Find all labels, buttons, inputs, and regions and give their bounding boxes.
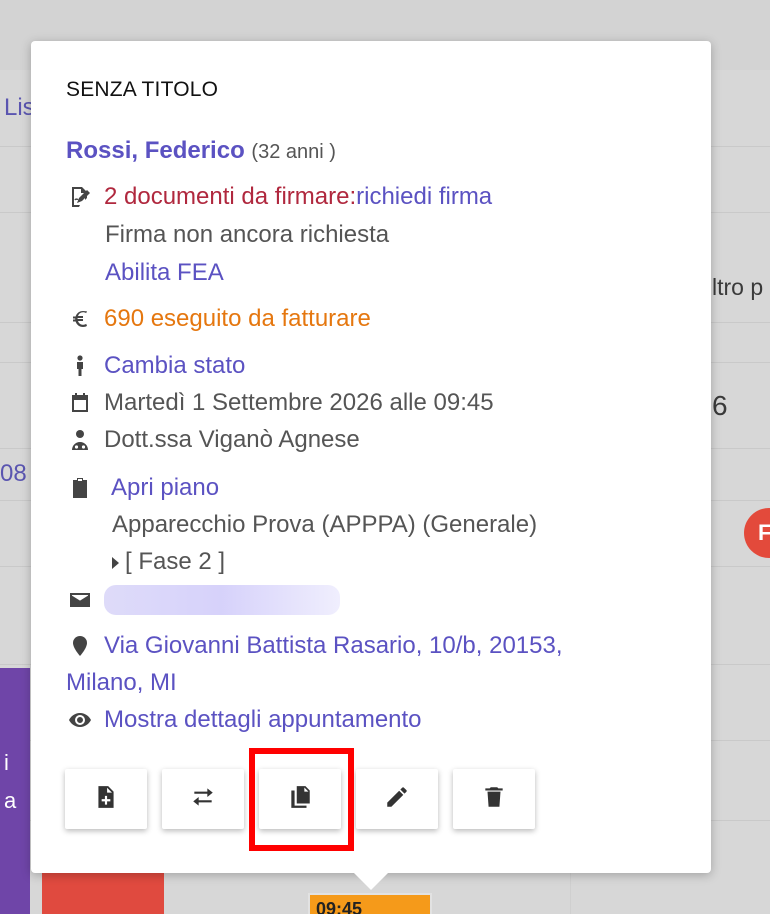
background-orange-event-time: 09:45 <box>316 899 363 914</box>
delete-button[interactable] <box>453 769 535 829</box>
state-row: Cambia stato <box>66 352 245 380</box>
plan-phase-toggle[interactable]: [ Fase 2 ] <box>112 548 225 576</box>
background-purple-event-text: a <box>4 788 17 813</box>
clipboard-icon <box>66 474 94 502</box>
date-row: Martedì 1 Settembre 2026 alle 09:45 <box>66 389 494 417</box>
billing-text: 690 eseguito da fatturare <box>104 305 371 332</box>
change-state-link[interactable]: Cambia stato <box>104 352 245 380</box>
envelope-icon <box>66 586 94 614</box>
euro-icon <box>66 305 94 333</box>
caret-right-icon <box>112 556 119 569</box>
show-details-link[interactable]: Mostra dettagli appuntamento <box>104 706 422 734</box>
highlight-box <box>249 748 354 851</box>
background-day-number: 6 <box>712 390 728 421</box>
edit-button[interactable] <box>356 769 438 829</box>
sign-document-icon <box>66 183 94 211</box>
plan-device: Apparecchio Prova (APPPA) (Generale) <box>112 511 538 538</box>
file-plus-icon <box>93 784 119 815</box>
background-red-event[interactable] <box>42 872 164 914</box>
swap-button[interactable] <box>162 769 244 829</box>
documents-row: 2 documenti da firmare: richiedi firma <box>66 183 492 211</box>
background-purple-event-text: i <box>4 750 9 775</box>
request-signature-link[interactable]: richiedi firma <box>356 183 492 211</box>
doctor-name: Dott.ssa Viganò Agnese <box>104 426 360 453</box>
enable-fea-link[interactable]: Abilita FEA <box>105 259 224 287</box>
doctor-row: Dott.ssa Viganò Agnese <box>66 426 360 454</box>
details-row: Mostra dettagli appuntamento <box>66 706 422 734</box>
swap-arrows-icon <box>190 784 216 815</box>
popup-title: SENZA TITOLO <box>66 78 219 101</box>
trash-icon <box>481 784 507 815</box>
new-document-button[interactable] <box>65 769 147 829</box>
popup-pointer <box>353 872 389 890</box>
plan-row: Apri piano <box>66 474 219 502</box>
doctor-icon <box>66 426 94 454</box>
person-icon <box>66 352 94 380</box>
email-redacted[interactable] <box>104 585 340 615</box>
address-row: Via Giovanni Battista Rasario, 10/b, 201… <box>66 632 563 660</box>
eye-icon <box>66 706 94 734</box>
appointment-popup: SENZA TITOLO Rossi, Federico (32 anni ) … <box>31 41 711 873</box>
plan-phase: [ Fase 2 ] <box>125 548 226 575</box>
patient-age: (32 anni ) <box>251 141 336 163</box>
patient-info: Rossi, Federico (32 anni ) <box>66 137 336 165</box>
documents-alert: 2 documenti da firmare: <box>104 183 357 210</box>
email-row <box>66 585 340 615</box>
signature-status: Firma non ancora richiesta <box>105 221 390 248</box>
pencil-icon <box>384 784 410 815</box>
background-orange-event[interactable]: 09:45 <box>308 893 432 914</box>
address-line2-link[interactable]: Milano, MI <box>66 669 177 697</box>
background-avatar[interactable]: F <box>744 508 770 558</box>
billing-row: 690 eseguito da fatturare <box>66 305 371 333</box>
open-plan-link[interactable]: Apri piano <box>111 474 219 502</box>
map-pin-icon <box>66 632 94 660</box>
background-filter-text: ltro p <box>712 274 764 300</box>
calendar-icon <box>66 389 94 417</box>
background-time-link[interactable]: 08 <box>0 460 27 488</box>
appointment-date: Martedì 1 Settembre 2026 alle 09:45 <box>104 389 494 416</box>
address-line1-link[interactable]: Via Giovanni Battista Rasario, 10/b, 201… <box>104 632 563 660</box>
patient-name-link[interactable]: Rossi, Federico <box>66 137 245 164</box>
